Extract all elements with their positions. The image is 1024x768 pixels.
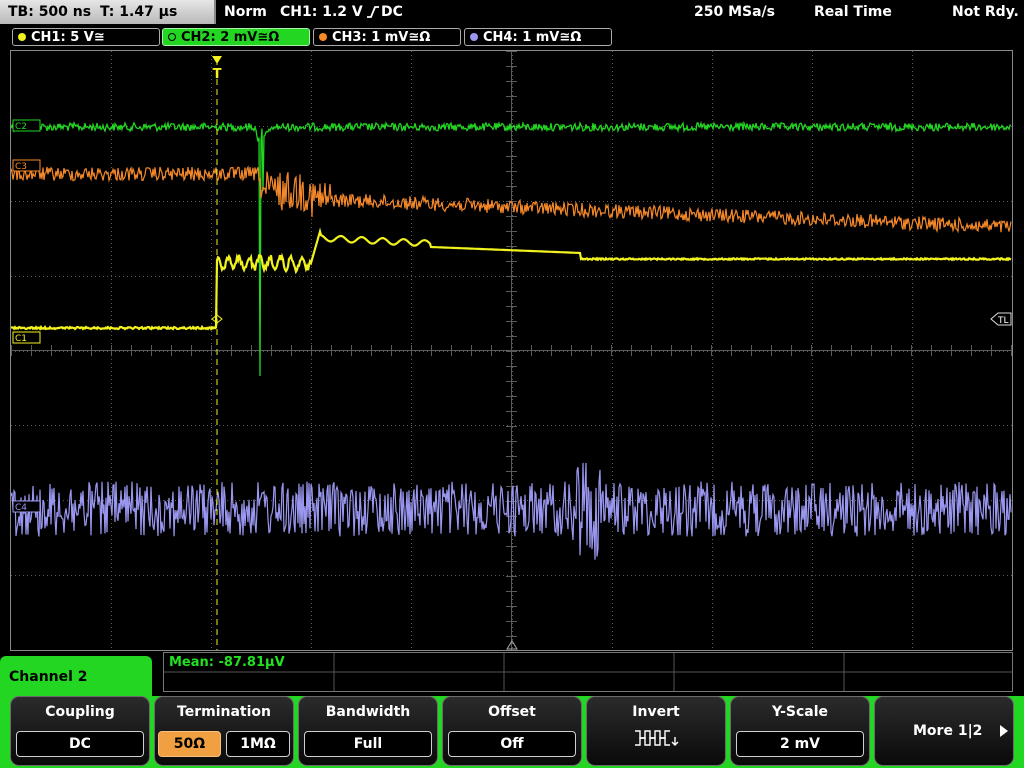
ch3-color-dot [319,33,327,41]
menu-title-text: Channel 2 [9,669,88,685]
offset-title: Offset [488,704,536,720]
trigger-level-marker[interactable]: TL [990,312,1012,326]
coupling-key[interactable]: Coupling DC [10,696,150,766]
waveform-canvas: T C2 C3 C1 C4 TL [11,51,1012,650]
right-arrow-icon [1000,725,1008,737]
coupling-title: Coupling [45,704,115,720]
acquisition-mode[interactable]: Real Time [814,0,892,24]
trigger-position-label: T [213,67,222,82]
ch1-color-dot [18,33,26,41]
ch4-label-marker[interactable]: C4 [12,500,41,513]
mean-measurement: Mean: -87.81µV [169,655,285,670]
termination-title: Termination [177,704,271,720]
coupling-value[interactable]: DC [16,731,144,757]
trigger-level-label: TL [997,316,1009,326]
bandwidth-value[interactable]: Full [304,731,432,757]
y-scale-title: Y-Scale [771,704,828,720]
trigger-source[interactable]: CH1: 1.2 V [280,0,363,24]
tab-ch2[interactable]: CH2: 2 mV≅Ω [162,28,310,46]
invert-title: Invert [632,704,680,720]
tab-ch3-label: CH3: 1 mV≅Ω [332,30,431,45]
ch3-label-text: C3 [15,162,27,172]
waveform-display[interactable]: T C2 C3 C1 C4 TL [10,50,1013,651]
bandwidth-key[interactable]: Bandwidth Full [298,696,438,766]
trigger-position-marker[interactable]: T [212,56,222,82]
ch1-label-marker[interactable]: C1 [12,331,41,344]
tab-ch2-label: CH2: 2 mV≅Ω [181,30,280,45]
measurement-panel: Mean: -87.81µV [163,652,1013,692]
trigger-coupling[interactable]: DC [381,0,403,24]
offset-value[interactable]: Off [448,731,576,757]
ch4-label-text: C4 [15,503,27,513]
more-key[interactable]: More 1|2 [874,696,1014,766]
menu-title: Channel 2 [0,656,152,700]
ch4-color-dot [470,33,478,41]
tab-ch1-label: CH1: 5 V≅ [31,30,105,45]
rising-edge-icon [366,0,380,24]
tab-ch3[interactable]: CH3: 1 mV≅Ω [313,28,461,46]
trigger-status: Not Rdy. [952,4,1019,20]
termination-key[interactable]: Termination 50Ω 1MΩ [154,696,294,766]
ch1-label-text: C1 [15,334,27,344]
trigger-time-value: T: 1.47 µs [100,4,178,20]
y-scale-key[interactable]: Y-Scale 2 mV [730,696,870,766]
ch2-label-marker[interactable]: C2 [12,119,41,132]
ch2-color-dot [168,33,176,41]
ch3-label-marker[interactable]: C3 [12,159,41,172]
ch2-label-text: C2 [15,122,27,132]
more-label: More 1|2 [913,723,983,739]
y-scale-value[interactable]: 2 mV [736,731,864,757]
graticule-grid [11,51,1012,650]
offset-key[interactable]: Offset Off [442,696,582,766]
tab-ch1[interactable]: CH1: 5 V≅ [12,28,160,46]
invert-key[interactable]: Invert [586,696,726,766]
measurement-grid [164,653,1012,691]
termination-50-ohm-option[interactable]: 50Ω [158,731,221,757]
termination-1-megaohm-option[interactable]: 1MΩ [226,731,290,757]
tab-ch4[interactable]: CH4: 1 mV≅Ω [464,28,612,46]
timebase-value: TB: 500 ns [8,4,92,20]
invert-waveform-icon [635,730,679,746]
timebase-box[interactable]: TB: 500 ns T: 1.47 µs [0,0,216,24]
bandwidth-title: Bandwidth [325,704,411,720]
trigger-mode[interactable]: Norm [224,0,267,24]
sample-rate: 250 MSa/s [694,4,776,20]
tab-ch4-label: CH4: 1 mV≅Ω [483,30,582,45]
status-bar: TB: 500 ns T: 1.47 µs Norm CH1: 1.2 V DC… [0,0,1024,26]
